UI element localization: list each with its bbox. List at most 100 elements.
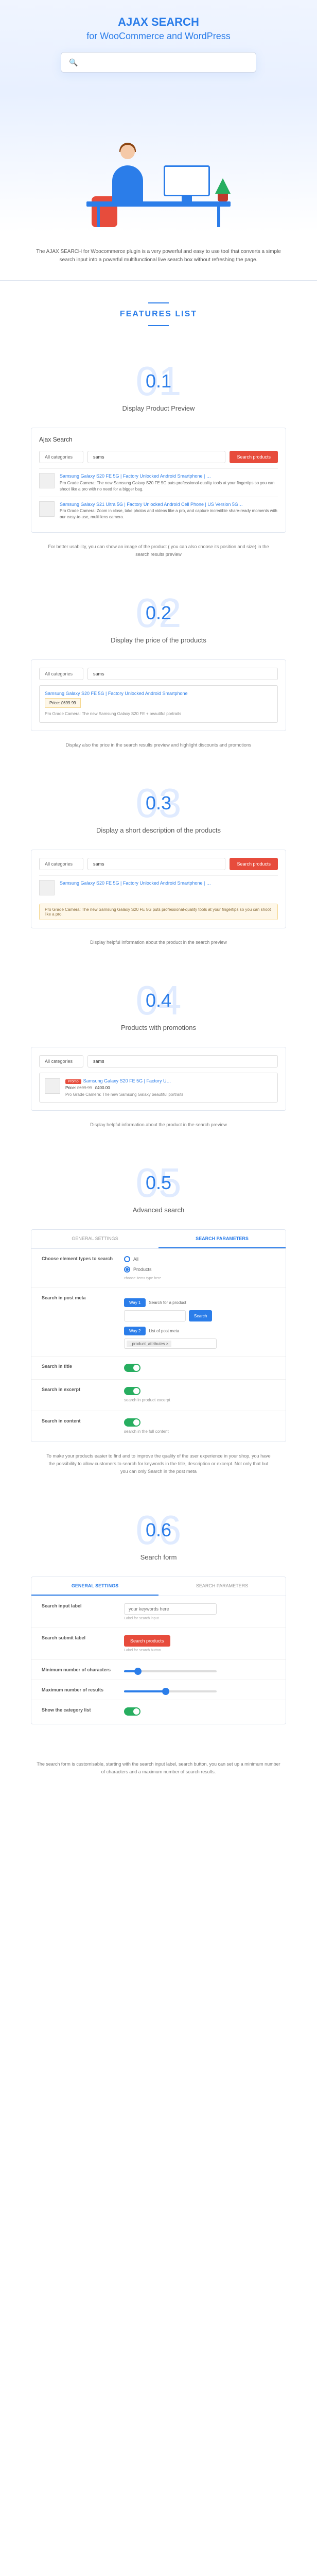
section-number: 020.2 <box>31 590 286 636</box>
radio-all[interactable]: All <box>124 1256 275 1262</box>
way-chip: Way 1 <box>124 1298 146 1307</box>
toggle-search-excerpt[interactable] <box>124 1387 140 1395</box>
promo-badge: Promo <box>65 1079 81 1084</box>
setting-label: Maximum number of results <box>42 1687 114 1692</box>
setting-label: Minimum number of characters <box>42 1667 114 1672</box>
search-input[interactable] <box>87 668 278 680</box>
setting-row: Search input label Label for search inpu… <box>31 1596 286 1628</box>
result-title: Samsung Galaxy S20 FE 5G | Factory Unloc… <box>60 473 278 480</box>
submit-preview-button[interactable]: Search products <box>124 1635 170 1647</box>
result-desc: Pro Grade Camera: The new Samsung Galaxy… <box>45 711 272 717</box>
result-title: Samsung Galaxy S20 FE 5G | Factory U… <box>83 1078 171 1083</box>
demo-title: Ajax Search <box>39 436 278 443</box>
result-thumbnail <box>39 501 55 517</box>
result-dropdown[interactable]: PromoSamsung Galaxy S20 FE 5G | Factory … <box>39 1073 278 1103</box>
result-desc: Pro Grade Camera: The new Samsung Galaxy… <box>60 480 278 493</box>
section-description: For better usability, you can show an im… <box>31 543 286 559</box>
category-select[interactable]: All categories <box>39 858 83 870</box>
tab-general-settings[interactable]: GENERAL SETTINGS <box>31 1577 158 1596</box>
hero-title: AJAX SEARCH <box>10 15 307 29</box>
setting-label: Search in excerpt <box>42 1387 114 1392</box>
setting-label: Search in content <box>42 1418 114 1423</box>
tab-search-parameters[interactable]: SEARCH PARAMETERS <box>158 1577 286 1596</box>
section-label: Display a short description of the produ… <box>31 826 286 834</box>
section-number: 010.1 <box>31 358 286 404</box>
setting-row: Search in post meta Way 1Search for a pr… <box>31 1288 286 1357</box>
hero-search-illustration <box>61 52 256 73</box>
price-line: Price: £699.99£400.00 <box>65 1086 272 1090</box>
search-button[interactable]: Search products <box>230 451 278 463</box>
setting-row: Show the category list <box>31 1700 286 1724</box>
info-callout: Pro Grade Camera: The new Samsung Galaxy… <box>39 904 278 920</box>
meta-search-input[interactable] <box>124 1310 186 1321</box>
intro-text: The AJAX SEARCH for Woocommerce plugin i… <box>0 232 317 281</box>
tab-general-settings[interactable]: GENERAL SETTINGS <box>31 1230 158 1248</box>
search-button[interactable]: Search products <box>230 858 278 870</box>
slider-max-results[interactable] <box>124 1690 217 1692</box>
way-chip: Way 2 <box>124 1327 146 1335</box>
toggle-search-content[interactable] <box>124 1418 140 1427</box>
setting-row: Search in title <box>31 1357 286 1380</box>
demo-preview: All categories Search products Samsung G… <box>31 850 286 928</box>
toggle-category-list[interactable] <box>124 1707 140 1716</box>
demo-preview: Ajax Search All categories Search produc… <box>31 428 286 533</box>
setting-row: Search in excerpt search in product exce… <box>31 1380 286 1411</box>
section-label: Search form <box>31 1553 286 1561</box>
setting-row: Search submit label Search productsLabel… <box>31 1628 286 1660</box>
radio-products[interactable]: Products <box>124 1266 275 1273</box>
setting-label: Search in title <box>42 1364 114 1369</box>
section-description: Display also the price in the search res… <box>31 741 286 749</box>
setting-row: Minimum number of characters <box>31 1660 286 1680</box>
result-desc: Pro Grade Camera: Zoom in close, take ph… <box>60 508 278 520</box>
result-thumbnail <box>39 473 55 488</box>
demo-preview: All categories Samsung Galaxy S20 FE 5G … <box>31 659 286 731</box>
hero-illustration <box>81 83 236 227</box>
section-number: 040.4 <box>31 977 286 1024</box>
meta-tag[interactable]: _product_attributes × <box>127 1341 171 1347</box>
search-result[interactable]: Samsung Galaxy S20 FE 5G | Factory Unloc… <box>39 468 278 497</box>
search-result[interactable]: Samsung Galaxy S20 FE 5G | Factory Unloc… <box>39 875 278 900</box>
category-select[interactable]: All categories <box>39 1055 83 1067</box>
setting-label: Choose element types to search <box>42 1256 114 1261</box>
result-title: Samsung Galaxy S21 Ultra 5G | Factory Un… <box>60 501 278 509</box>
section-number: 030.3 <box>31 780 286 826</box>
price-badge: Price: £699.99 <box>45 698 81 708</box>
section-description: To make your products easier to find and… <box>31 1452 286 1476</box>
section-04: 040.4 Products with promotions All categ… <box>0 967 317 1149</box>
hero-subtitle: for WooCommerce and WordPress <box>10 31 307 42</box>
search-input[interactable] <box>87 858 225 870</box>
category-select[interactable]: All categories <box>39 451 83 463</box>
result-title: Samsung Galaxy S20 FE 5G | Factory Unloc… <box>45 691 272 696</box>
setting-row: Maximum number of results <box>31 1680 286 1700</box>
hero-section: AJAX SEARCH for WooCommerce and WordPres… <box>0 0 317 232</box>
demo-preview: All categories PromoSamsung Galaxy S20 F… <box>31 1047 286 1111</box>
section-label: Advanced search <box>31 1206 286 1214</box>
search-input[interactable] <box>87 451 225 463</box>
result-thumbnail <box>39 880 55 895</box>
category-select[interactable]: All categories <box>39 668 83 680</box>
setting-label: Search submit label <box>42 1635 114 1640</box>
features-heading: FEATURES LIST <box>0 281 317 348</box>
hint-text: choose items type here <box>124 1277 275 1280</box>
result-dropdown[interactable]: Samsung Galaxy S20 FE 5G | Factory Unloc… <box>39 685 278 723</box>
section-label: Display Product Preview <box>31 404 286 412</box>
toggle-search-title[interactable] <box>124 1364 140 1372</box>
settings-panel: GENERAL SETTINGS SEARCH PARAMETERS Choos… <box>31 1229 286 1442</box>
settings-panel: GENERAL SETTINGS SEARCH PARAMETERS Searc… <box>31 1577 286 1724</box>
setting-label: Show the category list <box>42 1707 114 1713</box>
section-02: 020.2 Display the price of the products … <box>0 580 317 770</box>
result-thumbnail <box>45 1078 60 1094</box>
conclusion-text: The search form is customisable, startin… <box>0 1745 317 1807</box>
input-search-label[interactable] <box>124 1603 217 1615</box>
section-number: 050.5 <box>31 1160 286 1206</box>
meta-search-button[interactable]: Search <box>189 1310 212 1321</box>
setting-label: Search input label <box>42 1603 114 1608</box>
section-number: 060.6 <box>31 1507 286 1553</box>
search-result[interactable]: Samsung Galaxy S21 Ultra 5G | Factory Un… <box>39 497 278 525</box>
setting-row: Search in content search in the full con… <box>31 1411 286 1442</box>
search-input[interactable] <box>87 1055 278 1067</box>
setting-row: Choose element types to search All Produ… <box>31 1249 286 1288</box>
slider-min-chars[interactable] <box>124 1670 217 1672</box>
tab-search-parameters[interactable]: SEARCH PARAMETERS <box>158 1230 286 1248</box>
section-06: 060.6 Search form GENERAL SETTINGS SEARC… <box>0 1497 317 1745</box>
